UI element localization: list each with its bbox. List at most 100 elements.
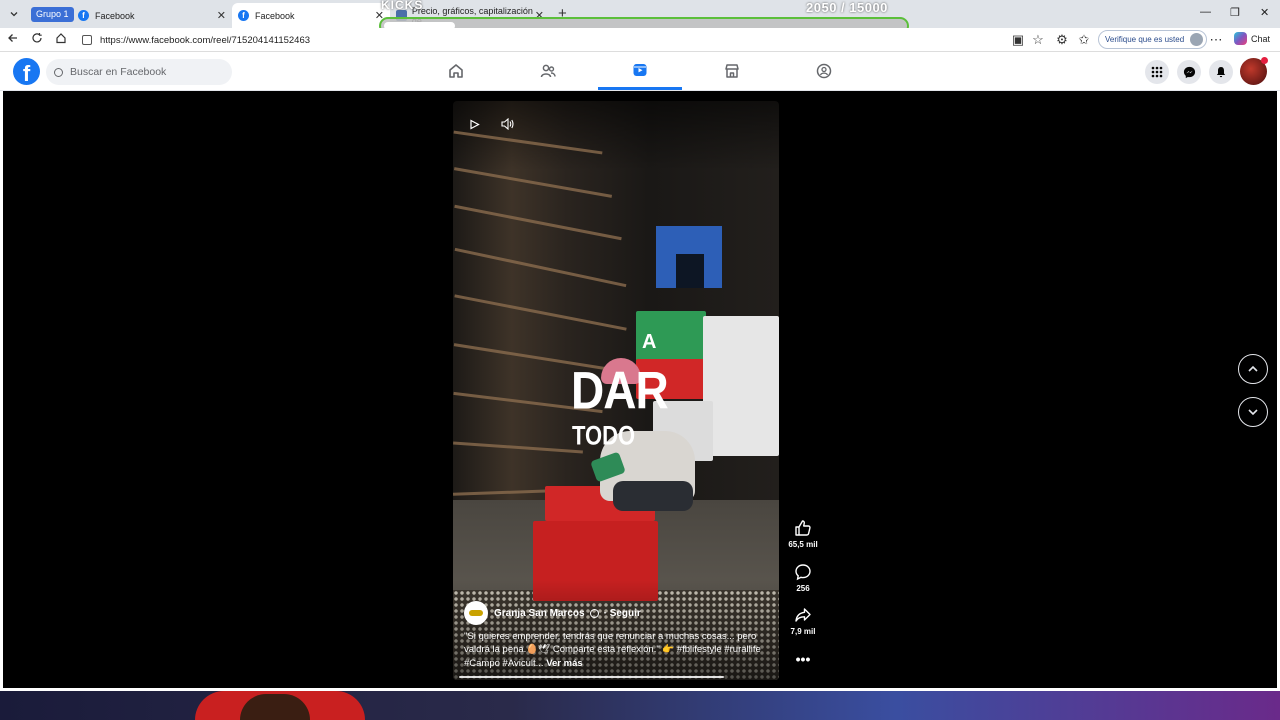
worker-pants [613, 481, 693, 511]
video-text-line1: A [642, 331, 657, 353]
thumbs-up-icon [795, 520, 811, 536]
facebook-header: f Buscar en Facebook [0, 52, 1280, 91]
notification-badge [1261, 57, 1268, 64]
facebook-favicon-icon: f [238, 10, 249, 21]
home-button[interactable] [53, 32, 69, 48]
account-avatar[interactable] [1240, 57, 1268, 85]
kicks-label: KICKS [381, 0, 424, 12]
menu-button[interactable] [1145, 60, 1169, 84]
minimize-button[interactable]: — [1200, 6, 1211, 18]
tab-actions-menu[interactable] [4, 4, 24, 24]
more-menu-icon[interactable]: ⋯ [1208, 32, 1224, 48]
home-icon [449, 64, 463, 78]
facebook-search-input[interactable]: Buscar en Facebook [46, 59, 232, 85]
profile-avatar-icon [1190, 33, 1204, 46]
cage-shelf [453, 167, 613, 198]
next-reel-button[interactable] [1238, 397, 1268, 427]
back-arrow-icon [8, 34, 17, 42]
favorite-star-icon[interactable]: ☆ [1030, 32, 1046, 48]
page-edge [0, 91, 3, 691]
play-icon [469, 119, 480, 129]
tab-group-chip[interactable]: Grupo 1 [31, 7, 74, 22]
close-tab-icon[interactable]: ✕ [217, 9, 226, 22]
comment-icon [795, 564, 811, 581]
url-text: https://www.facebook.com/reel/7152041411… [100, 34, 311, 46]
tab-facebook-active[interactable]: f Facebook ✕ [232, 3, 390, 28]
comment-action[interactable]: 256 [785, 563, 821, 593]
barn-window [656, 226, 722, 288]
like-count: 65,5 mil [788, 540, 818, 549]
cage-shelf [453, 441, 583, 454]
url-field[interactable]: https://www.facebook.com/reel/7152041411… [78, 30, 998, 50]
cage-shelf [453, 489, 554, 496]
comment-count: 256 [796, 584, 810, 593]
copilot-chat-button[interactable]: Chat [1234, 32, 1270, 45]
messenger-icon [1183, 66, 1195, 78]
speaker-icon [501, 118, 514, 130]
groups-icon [816, 63, 832, 79]
reload-icon [32, 33, 42, 43]
restore-button[interactable]: ❐ [1230, 6, 1240, 19]
stream-background-strip [0, 691, 1280, 720]
nav-home[interactable] [414, 52, 498, 90]
chat-label: Chat [1251, 33, 1271, 44]
white-crates [703, 316, 779, 456]
volume-button[interactable] [500, 116, 516, 132]
facebook-favicon-icon: f [78, 10, 89, 21]
author-avatar[interactable] [464, 601, 488, 625]
reels-icon [633, 63, 647, 76]
site-info-icon[interactable] [82, 35, 92, 45]
cage-shelf [454, 294, 627, 331]
nav-groups[interactable] [782, 52, 866, 90]
notifications-button[interactable] [1209, 60, 1233, 84]
search-icon [54, 67, 63, 77]
address-bar-row: https://www.facebook.com/reel/7152041411… [0, 28, 1280, 52]
caption-text: "Si quieres emprender, tendrás que renun… [464, 630, 761, 669]
home-icon [56, 33, 66, 44]
share-count: 7,9 mil [790, 627, 816, 636]
apps-grid-icon [1151, 66, 1163, 78]
more-options-button[interactable]: ••• [785, 651, 821, 667]
nav-marketplace[interactable] [690, 52, 774, 90]
extensions-icon[interactable]: ⚙ [1054, 32, 1070, 48]
reload-button[interactable] [29, 32, 45, 48]
previous-reel-button[interactable] [1238, 354, 1268, 384]
back-button[interactable] [5, 32, 21, 48]
share-action[interactable]: 7,9 mil [785, 606, 821, 636]
author-name[interactable]: Granja San Marcos [494, 608, 585, 619]
reel-caption: "Si quieres emprender, tendrás que renun… [464, 630, 769, 671]
nav-friends[interactable] [506, 52, 590, 90]
cage-shelf [454, 204, 622, 241]
video-text-line3: TODO [572, 420, 636, 451]
barn-window-doorway [676, 254, 704, 288]
video-text-line2: DAR [571, 360, 669, 420]
nav-reels[interactable] [598, 52, 682, 90]
verified-badge-icon [589, 608, 599, 618]
bell-icon [1216, 67, 1226, 78]
favorites-list-icon[interactable]: ✩ [1076, 32, 1092, 48]
profile-verify-button[interactable]: Verifique que es usted [1098, 30, 1208, 49]
reel-author[interactable]: Granja San Marcos · Seguir [464, 601, 641, 625]
goal-counter: 2050 / 15000 [806, 0, 888, 15]
see-more-link[interactable]: Ver más [546, 658, 582, 669]
messenger-button[interactable] [1177, 60, 1201, 84]
close-window-button[interactable]: ✕ [1260, 6, 1269, 19]
play-button[interactable] [466, 116, 482, 132]
friends-icon [540, 64, 556, 78]
share-arrow-icon [795, 608, 811, 622]
tab-facebook-1[interactable]: f Facebook ✕ [72, 3, 232, 28]
follow-button[interactable]: Seguir [610, 608, 641, 619]
cage-shelf [453, 130, 603, 155]
app-available-icon[interactable]: ▣ [1010, 32, 1026, 48]
cage-shelf [454, 247, 627, 288]
search-placeholder: Buscar en Facebook [70, 66, 167, 78]
like-action[interactable]: 65,5 mil [785, 519, 821, 549]
reel-video[interactable]: A DAR TODO Granja San Marcos · Seguir "S… [453, 101, 779, 680]
more-dots-icon: ••• [795, 651, 811, 667]
video-progress-bar[interactable] [459, 676, 724, 678]
facebook-logo[interactable]: f [13, 58, 40, 85]
copilot-icon [1234, 32, 1247, 45]
chevron-down-icon [10, 12, 18, 17]
chevron-down-icon [1248, 409, 1258, 416]
marketplace-icon [725, 64, 739, 78]
